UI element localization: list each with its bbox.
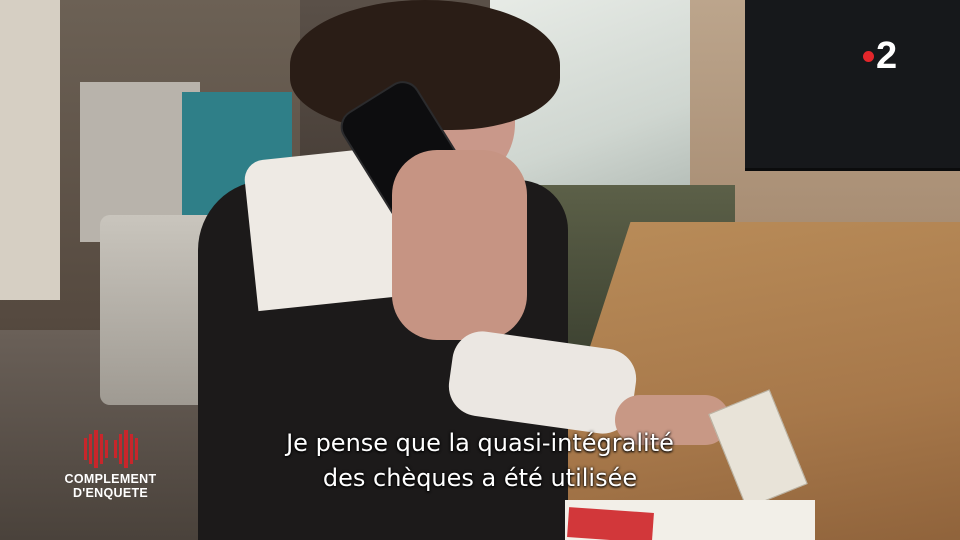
hand-holding-phone: [392, 150, 527, 340]
subtitle: Je pense que la quasi-intégralité des ch…: [0, 426, 960, 496]
red-envelope: [567, 507, 654, 540]
video-frame: 2 COMPLEMENT D'ENQUETE Je pense que la q: [0, 0, 960, 540]
door-frame: [0, 0, 60, 300]
wall-television: [745, 0, 960, 171]
subtitle-line1: Je pense que la quasi-intégralité: [286, 429, 674, 457]
subtitle-line2: des chèques a été utilisée: [322, 464, 638, 492]
france-2-logo: 2: [860, 36, 910, 76]
logo-dot: [863, 51, 874, 62]
logo-number: 2: [876, 35, 898, 77]
